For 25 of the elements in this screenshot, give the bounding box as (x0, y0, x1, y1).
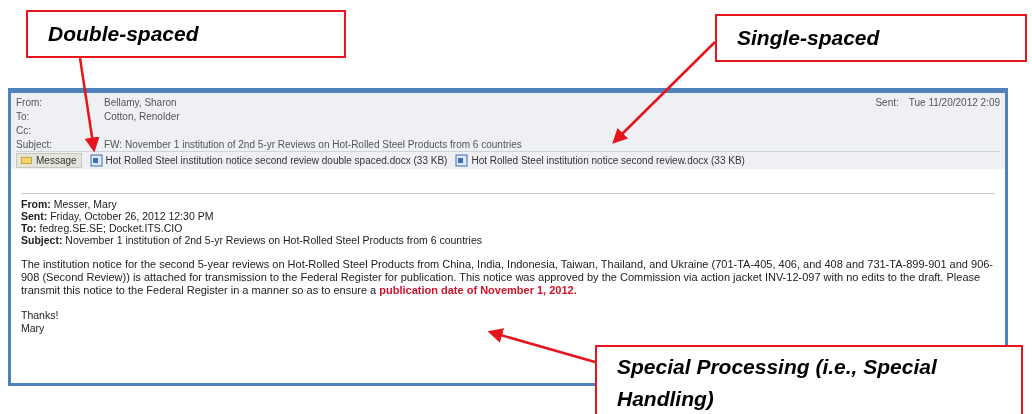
callout-text: Single-spaced (737, 25, 881, 51)
field-label: Sent: (875, 95, 899, 110)
forwarded-line: Sent: Friday, October 26, 2012 12:30 PM (21, 210, 215, 222)
closing-text: Thanks! (21, 309, 60, 322)
callout-text: Special Processing (i.e., Special Handling) (617, 354, 938, 412)
envelope-icon (21, 157, 32, 164)
field-value: Tue 11/20/2012 2:09 (908, 95, 1000, 110)
forwarded-line: Subject: November 1 institution of 2nd 5-yr Reviews on Hot-Rolled Steel Products from 6 countries (21, 234, 484, 246)
field-value: Cotton, Renolder (104, 109, 180, 124)
message-tab[interactable]: Message (16, 153, 82, 168)
field-value: FW: November 1 institution of 2nd 5-yr Reviews on Hot-Rolled Steel Products from 6 countries (104, 137, 522, 152)
field-label: Subject: (16, 137, 54, 152)
attachment-link[interactable]: Hot Rolled Steel institution notice second review double spaced.docx (33 KB) (89, 153, 448, 168)
field-label: From: (16, 95, 44, 110)
field-label: Cc: (16, 123, 32, 138)
field-label: To: (16, 109, 31, 124)
closing-text: Mary (21, 322, 46, 335)
document-icon (455, 154, 469, 167)
document-icon (89, 154, 103, 167)
forwarded-line: To: fedreg.SE.SE; Docket.ITS.CIO (21, 222, 184, 234)
attachment-link[interactable]: Hot Rolled Steel institution notice second review.docx (33 KB) (455, 153, 745, 168)
forwarded-line: From: Messer, Mary (21, 198, 118, 210)
message-paragraph: The institution notice for the second 5-year reviews on Hot-Rolled Steel Products from China, India, Indonesia, Taiwan, Thailand, and Ukraine (701-TA-405, 406, and 408 and 731-TA-899-901 and 906-908 (Second Review)) is attached for transmission to the Federal Register for publication. This notice was approved by the Commission via action jacket INV-12-097 with no edits to the draft. Please transmit this notice to the Federal Register in a manner so as to ensure a publication date of November 1, 2012. (21, 258, 995, 297)
field-value: Bellamy, Sharon (104, 95, 177, 110)
callout-text: Double-spaced (48, 21, 200, 47)
